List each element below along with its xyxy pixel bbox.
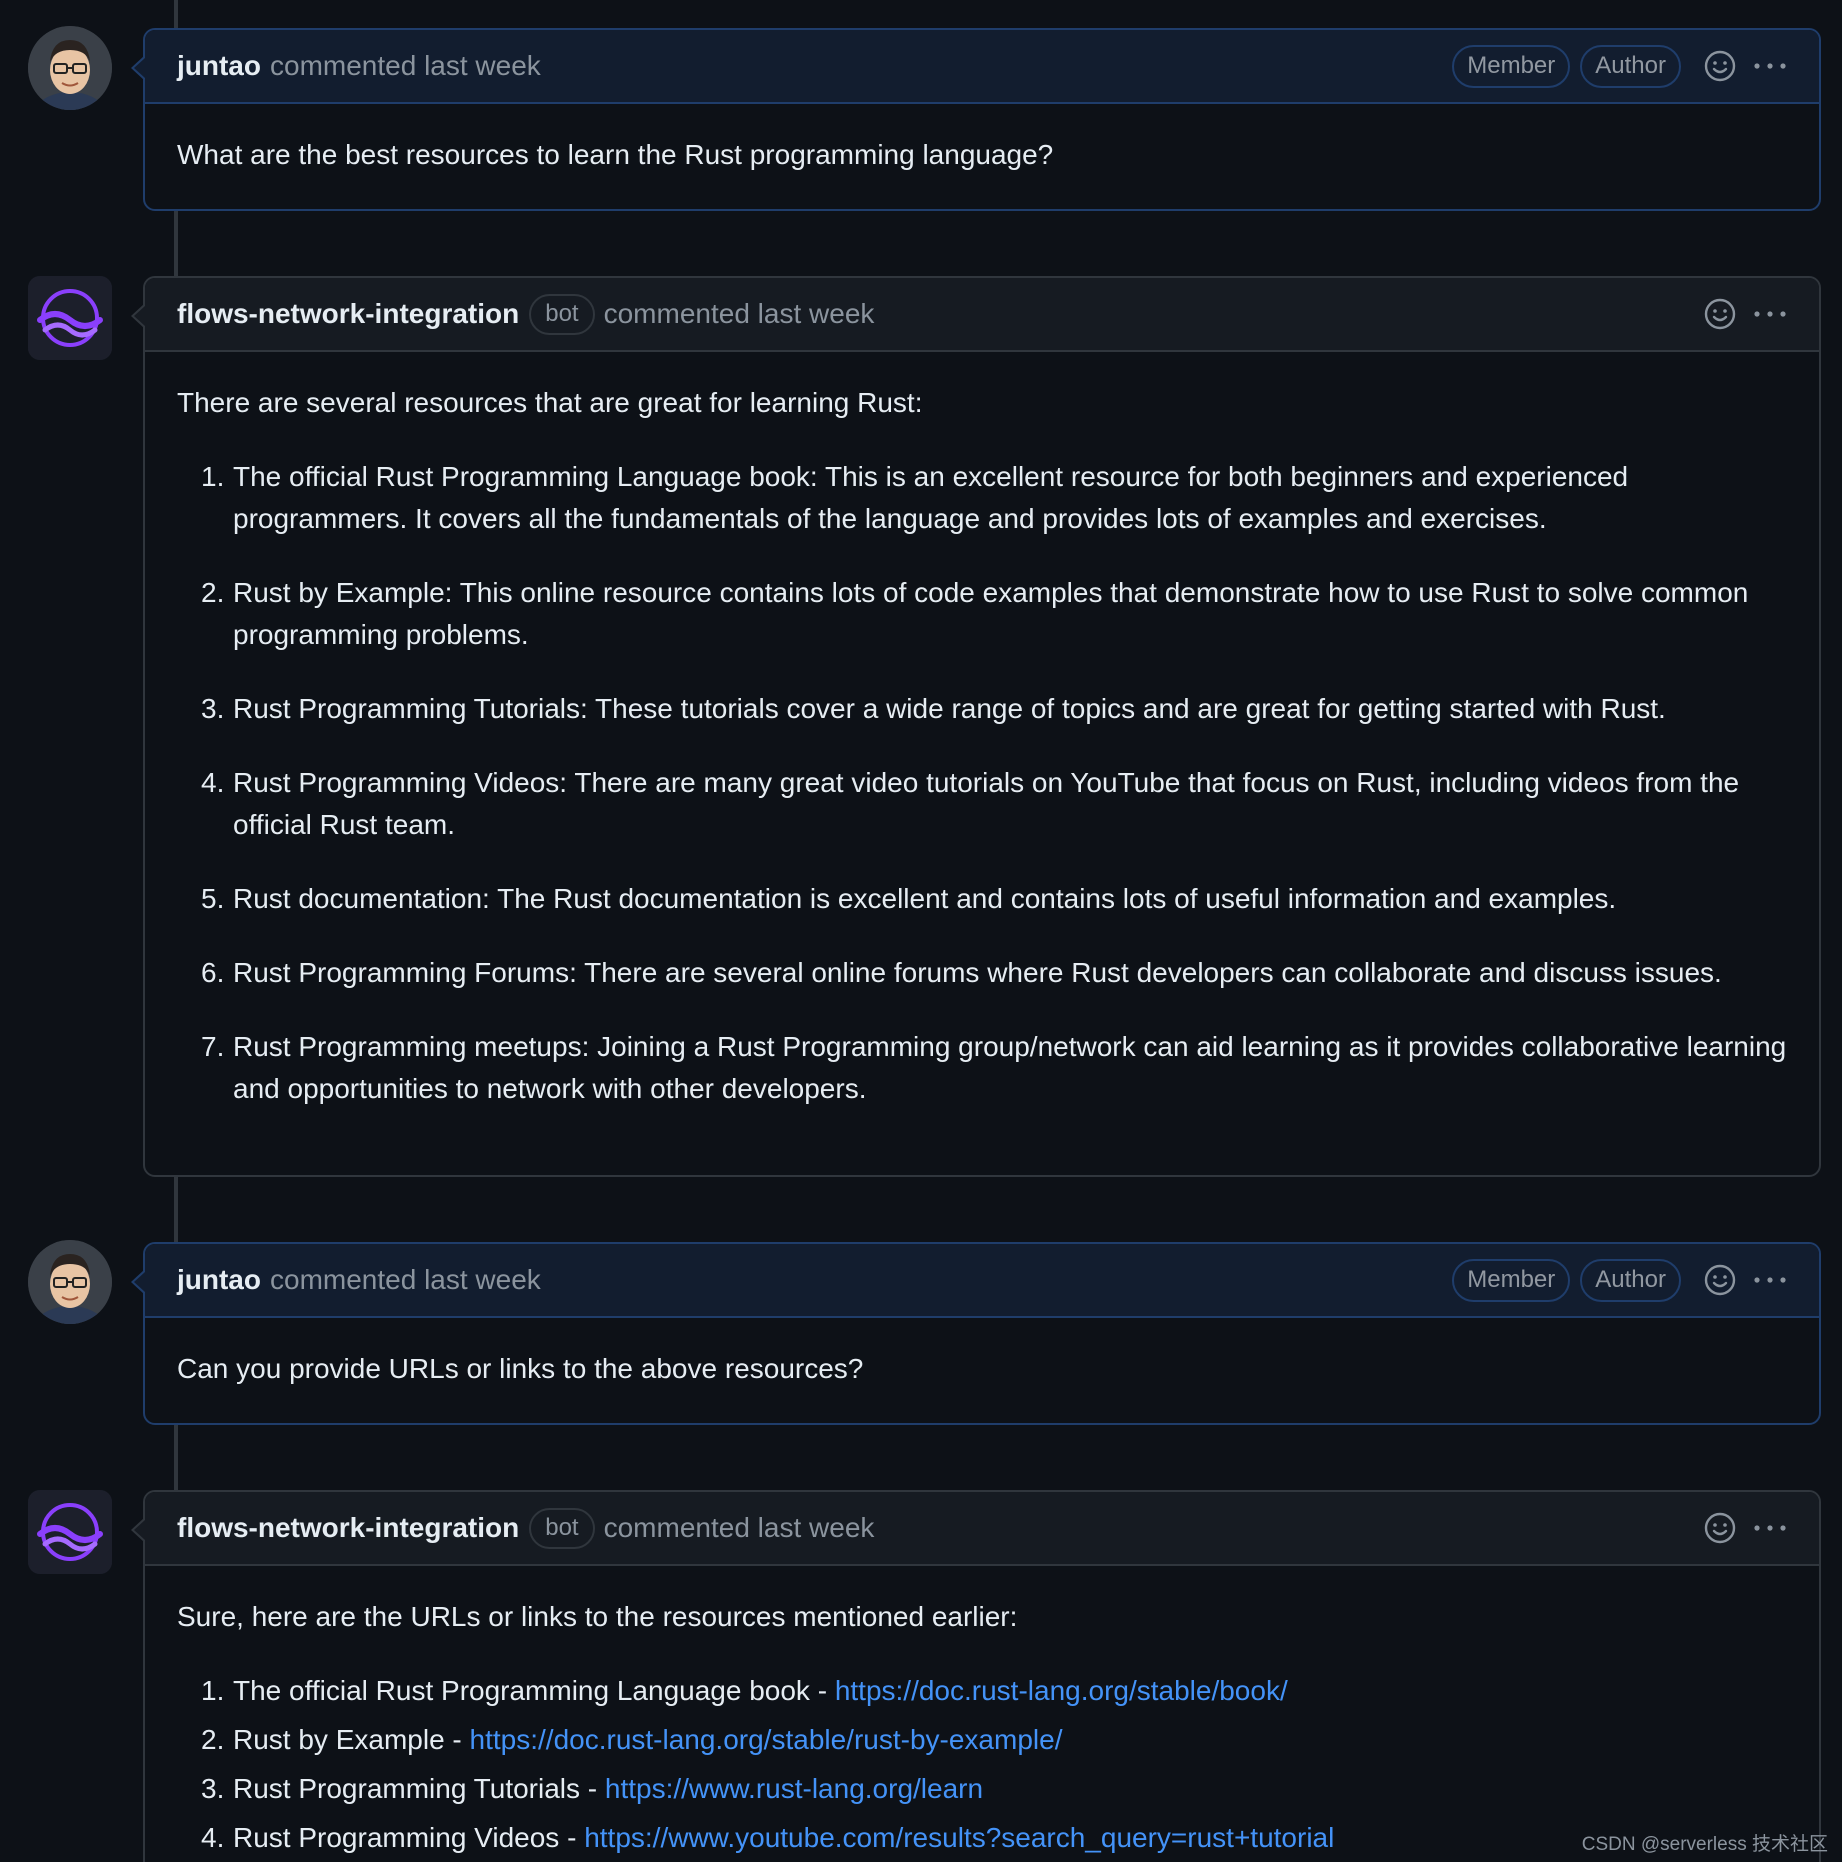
comment-author[interactable]: juntao — [177, 1264, 261, 1296]
list-item: 4. Rust Programming Videos: There are man… — [201, 767, 1740, 840]
comment-intro: There are several resources that are gre… — [177, 387, 923, 418]
comment-text: Can you provide URLs or links to the abo… — [177, 1353, 864, 1384]
smiley-icon[interactable] — [1703, 1263, 1737, 1297]
list-item: 2. Rust by Example - https://doc.rust-lan… — [201, 1724, 1063, 1755]
list-item: 2. Rust by Example: This online resource … — [201, 577, 1749, 650]
comment-card: juntao commented last week Member Author… — [131, 1242, 1821, 1425]
comment-header: juntao commented last week Member Author — [131, 1244, 1819, 1318]
comment-body: Can you provide URLs or links to the abo… — [145, 1318, 1819, 1420]
list-item: 4. Rust Programming Videos - https://www.… — [201, 1822, 1335, 1853]
comment-card: juntao commented last week Member Author… — [131, 28, 1821, 211]
bot-badge: bot — [529, 1507, 595, 1549]
smiley-icon[interactable] — [1703, 49, 1737, 83]
kebab-horizontal-icon[interactable] — [1751, 49, 1789, 83]
user-avatar[interactable] — [28, 26, 112, 110]
list-item: 3. Rust Programming Tutorials - https://w… — [201, 1773, 984, 1804]
watermark: CSDN @serverless 技术社区 — [1581, 1834, 1828, 1855]
list-item: 7. Rust Programming meetups: Joining a Ru… — [201, 1031, 1787, 1104]
list-item: 3. Rust Programming Tutorials: These tuto… — [201, 693, 1666, 724]
resource-link[interactable]: https://www.rust-lang.org/learn — [605, 1773, 983, 1804]
comment-text: What are the best resources to learn the… — [177, 139, 1054, 170]
member-badge: Member — [1452, 44, 1571, 88]
comment-author[interactable]: flows-network-integration — [177, 1512, 519, 1544]
bot-badge: bot — [529, 293, 595, 335]
comment-header: juntao commented last week Member Author — [131, 30, 1819, 104]
user-avatar[interactable] — [28, 1240, 112, 1324]
comment-timestamp[interactable]: commented last week — [270, 1264, 541, 1296]
member-badge: Member — [1452, 1258, 1571, 1302]
comment-card: flows-network-integration bot commented … — [131, 276, 1821, 1177]
comment-timestamp[interactable]: commented last week — [604, 298, 875, 330]
list-item: 5. Rust documentation: The Rust documenta… — [201, 883, 1617, 914]
comment-intro: Sure, here are the URLs or links to the … — [177, 1601, 1018, 1632]
smiley-icon[interactable] — [1703, 1511, 1737, 1545]
comment-card: flows-network-integration bot commented … — [131, 1490, 1821, 1862]
resource-link[interactable]: https://doc.rust-lang.org/stable/rust-by… — [470, 1724, 1063, 1755]
kebab-horizontal-icon[interactable] — [1751, 1511, 1789, 1545]
comment-body: Sure, here are the URLs or links to the … — [145, 1566, 1819, 1862]
resource-link[interactable]: https://doc.rust-lang.org/stable/book/ — [835, 1675, 1288, 1706]
comment-timestamp[interactable]: commented last week — [604, 1512, 875, 1544]
resource-link[interactable]: https://www.youtube.com/results?search_q… — [584, 1822, 1334, 1853]
comment-header: flows-network-integration bot commented … — [131, 278, 1819, 352]
author-badge: Author — [1580, 44, 1681, 88]
list-item: 6. Rust Programming Forums: There are sev… — [201, 957, 1722, 988]
author-badge: Author — [1580, 1258, 1681, 1302]
bot-avatar[interactable] — [28, 1490, 112, 1574]
list-item: 1. The official Rust Programming Language… — [201, 461, 1629, 534]
bot-avatar[interactable] — [28, 276, 112, 360]
comment-body: There are several resources that are gre… — [145, 352, 1819, 1172]
kebab-horizontal-icon[interactable] — [1751, 297, 1789, 331]
kebab-horizontal-icon[interactable] — [1751, 1263, 1789, 1297]
comment-timestamp[interactable]: commented last week — [270, 50, 541, 82]
comment-header: flows-network-integration bot commented … — [131, 1492, 1819, 1566]
comment-author[interactable]: juntao — [177, 50, 261, 82]
resource-list: 1. The official Rust Programming Language… — [177, 456, 1787, 1110]
list-item: 1. The official Rust Programming Language… — [201, 1675, 1288, 1706]
smiley-icon[interactable] — [1703, 297, 1737, 331]
comment-body: What are the best resources to learn the… — [145, 104, 1819, 206]
resource-link-list: 1. The official Rust Programming Language… — [177, 1670, 1787, 1859]
comment-author[interactable]: flows-network-integration — [177, 298, 519, 330]
